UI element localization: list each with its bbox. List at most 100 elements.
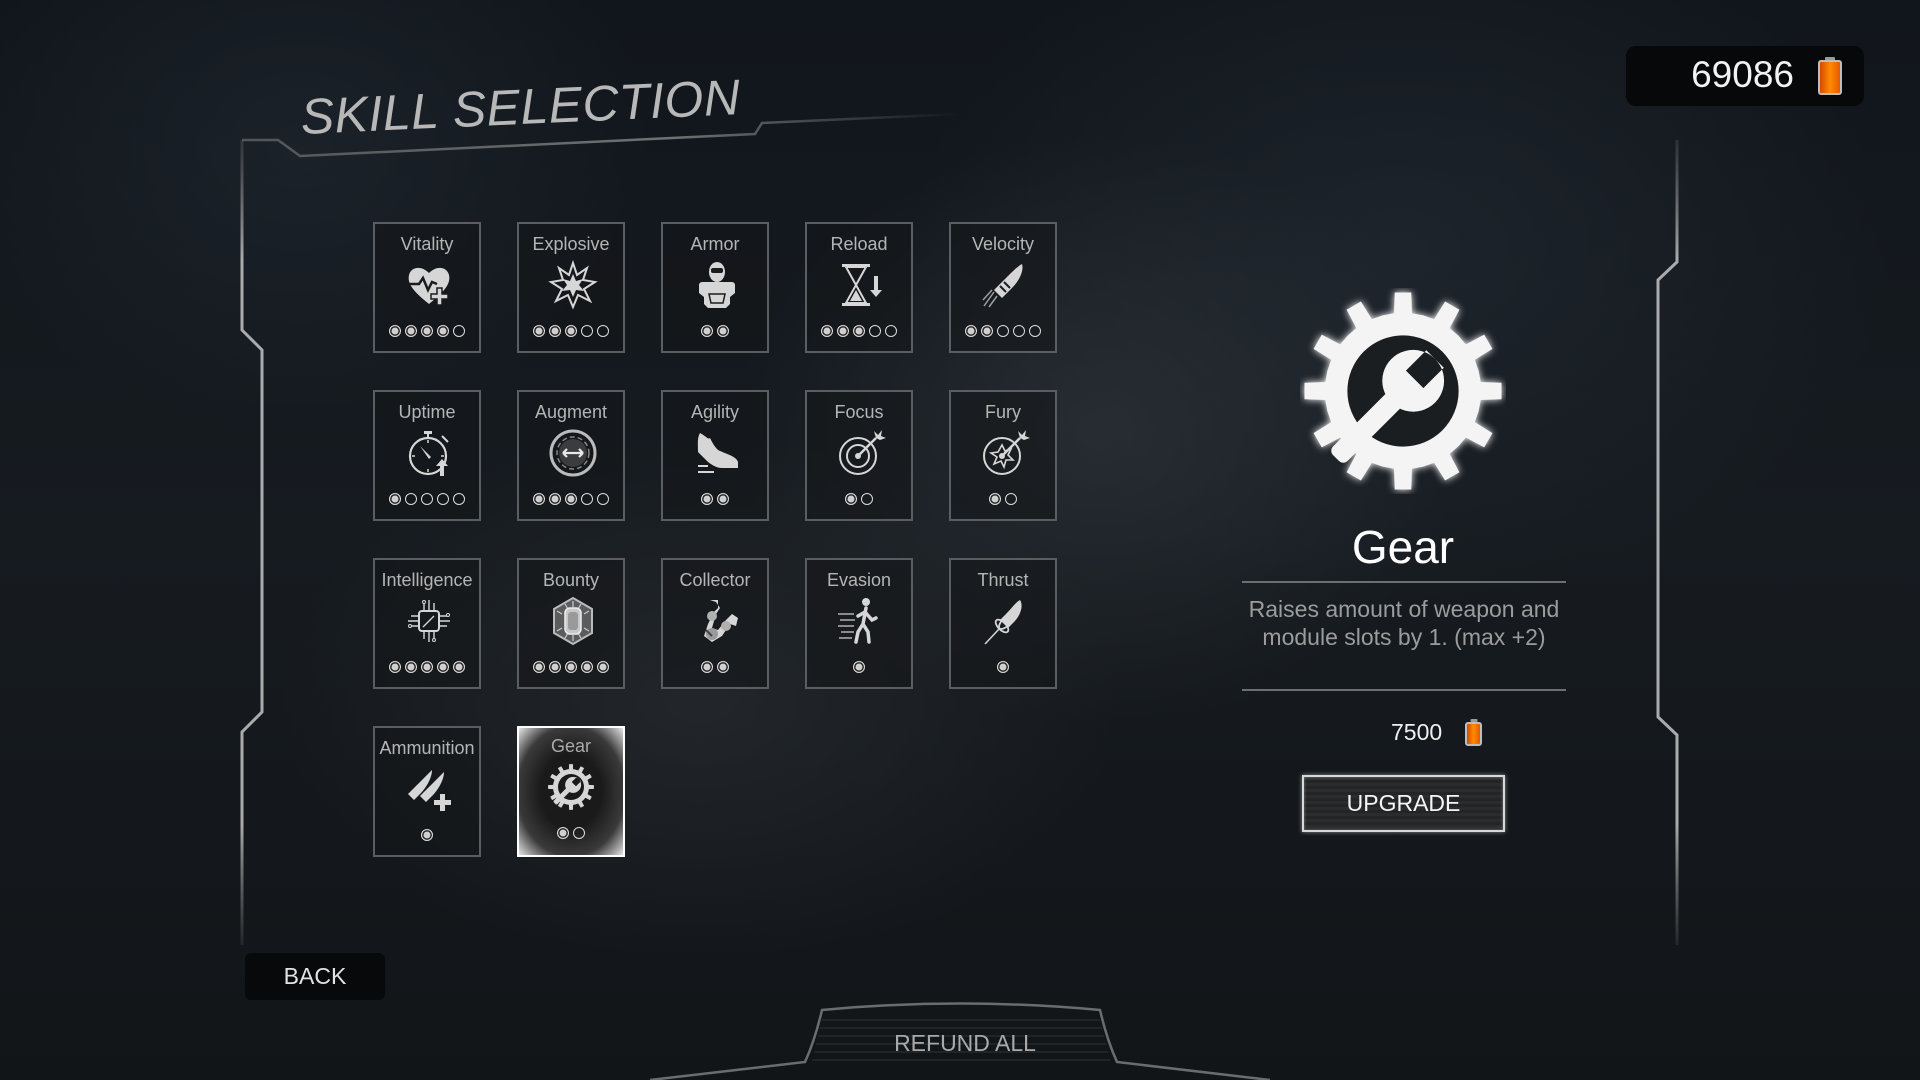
level-pip-filled bbox=[701, 661, 713, 673]
skill-name: Thrust bbox=[977, 570, 1029, 590]
level-pip-filled bbox=[581, 661, 593, 673]
level-pip-filled bbox=[453, 661, 465, 673]
skill-level-indicator bbox=[375, 661, 479, 673]
level-pip-filled bbox=[533, 661, 545, 673]
level-pip-filled bbox=[389, 661, 401, 673]
currency-display: 69086 bbox=[1626, 46, 1864, 106]
back-button[interactable]: BACK bbox=[245, 953, 385, 1000]
skill-name: Vitality bbox=[400, 234, 454, 254]
level-pip-filled bbox=[565, 661, 577, 673]
rocket-icon bbox=[980, 596, 1030, 646]
skill-tile-thrust[interactable]: Thrust bbox=[949, 558, 1057, 689]
level-pip-empty bbox=[581, 325, 593, 337]
skill-tile-focus[interactable]: Focus bbox=[805, 390, 913, 521]
level-pip-empty bbox=[861, 493, 873, 505]
level-pip-filled bbox=[533, 493, 545, 505]
explosion-icon bbox=[548, 259, 598, 310]
chip-icon bbox=[404, 596, 454, 646]
level-pip-empty bbox=[453, 325, 465, 337]
level-pip-filled bbox=[437, 661, 449, 673]
level-pip-filled bbox=[989, 493, 1001, 505]
level-pip-empty bbox=[997, 325, 1009, 337]
skill-level-indicator bbox=[375, 325, 479, 337]
skill-name: Augment bbox=[534, 402, 608, 422]
skill-tile-vitality[interactable]: Vitality bbox=[373, 222, 481, 353]
skill-tile-fury[interactable]: Fury bbox=[949, 390, 1057, 521]
hourglass-down-icon bbox=[836, 260, 886, 310]
level-pip-filled bbox=[405, 661, 417, 673]
level-pip-filled bbox=[533, 325, 545, 337]
refund-all-button[interactable]: REFUND ALL bbox=[815, 1005, 1115, 1080]
skill-level-indicator bbox=[807, 493, 911, 505]
level-pip-filled bbox=[421, 325, 433, 337]
battery-icon bbox=[1465, 719, 1482, 746]
level-pip-filled bbox=[421, 829, 433, 841]
augment-ring-icon bbox=[548, 428, 598, 478]
skill-name: Gear bbox=[550, 736, 592, 756]
skill-tile-armor[interactable]: Armor bbox=[661, 222, 769, 353]
stopwatch-up-icon bbox=[404, 428, 454, 478]
upgrade-button[interactable]: UPGRADE bbox=[1302, 775, 1505, 832]
bullets-plus-icon bbox=[404, 764, 454, 814]
skill-level-indicator bbox=[519, 325, 623, 337]
level-pip-filled bbox=[717, 661, 729, 673]
skill-tile-augment[interactable]: Augment bbox=[517, 390, 625, 521]
level-pip-empty bbox=[597, 325, 609, 337]
level-pip-empty bbox=[573, 827, 585, 839]
skill-tile-gear[interactable]: Gear bbox=[517, 726, 625, 857]
level-pip-filled bbox=[965, 325, 977, 337]
running-man-icon bbox=[836, 596, 886, 646]
level-pip-filled bbox=[549, 325, 561, 337]
target-dart-icon bbox=[836, 428, 886, 478]
skill-tile-agility[interactable]: Agility bbox=[661, 390, 769, 521]
page-title: SKILL SELECTION bbox=[299, 69, 742, 146]
level-pip-filled bbox=[717, 493, 729, 505]
level-pip-filled bbox=[853, 661, 865, 673]
level-pip-filled bbox=[389, 325, 401, 337]
skill-tile-intelligence[interactable]: Intelligence bbox=[373, 558, 481, 689]
refund-all-label: REFUND ALL bbox=[894, 1030, 1036, 1056]
level-pip-filled bbox=[853, 325, 865, 337]
skill-name: Intelligence bbox=[381, 570, 473, 590]
target-burst-icon bbox=[980, 428, 1030, 478]
skill-name: Evasion bbox=[826, 570, 892, 590]
skill-tile-reload[interactable]: Reload bbox=[805, 222, 913, 353]
level-pip-filled bbox=[565, 493, 577, 505]
skill-tile-explosive[interactable]: Explosive bbox=[517, 222, 625, 353]
skill-tile-velocity[interactable]: Velocity bbox=[949, 222, 1057, 353]
skill-level-indicator bbox=[951, 493, 1055, 505]
level-pip-filled bbox=[565, 325, 577, 337]
level-pip-filled bbox=[389, 493, 401, 505]
level-pip-empty bbox=[1005, 493, 1017, 505]
bullet-speed-icon bbox=[980, 260, 1030, 310]
level-pip-filled bbox=[701, 325, 713, 337]
skill-name: Fury bbox=[985, 402, 1021, 422]
skill-level-indicator bbox=[517, 827, 625, 839]
gear-wrench-icon bbox=[1300, 288, 1506, 494]
panel-frame bbox=[240, 112, 1679, 1080]
level-pip-empty bbox=[1029, 325, 1041, 337]
level-pip-filled bbox=[549, 493, 561, 505]
upgrade-cost: 7500 bbox=[1391, 719, 1443, 745]
skill-tile-bounty[interactable]: Bounty bbox=[517, 558, 625, 689]
skill-level-indicator bbox=[663, 325, 767, 337]
level-pip-empty bbox=[885, 325, 897, 337]
skill-name: Explosive bbox=[532, 234, 610, 254]
skill-tile-collector[interactable]: Collector bbox=[661, 558, 769, 689]
level-pip-filled bbox=[981, 325, 993, 337]
level-pip-filled bbox=[557, 827, 569, 839]
skill-name: Focus bbox=[834, 402, 884, 422]
shoe-icon bbox=[692, 428, 742, 478]
skill-tile-evasion[interactable]: Evasion bbox=[805, 558, 913, 689]
level-pip-filled bbox=[837, 325, 849, 337]
level-pip-filled bbox=[701, 493, 713, 505]
battery-icon bbox=[1818, 57, 1842, 95]
skill-name: Reload bbox=[830, 234, 888, 254]
level-pip-filled bbox=[549, 661, 561, 673]
skill-name: Bounty bbox=[542, 570, 600, 590]
skill-level-indicator bbox=[663, 661, 767, 673]
skill-tile-ammunition[interactable]: Ammunition bbox=[373, 726, 481, 857]
level-pip-filled bbox=[997, 661, 1009, 673]
skill-level-indicator bbox=[951, 661, 1055, 673]
skill-tile-uptime[interactable]: Uptime bbox=[373, 390, 481, 521]
